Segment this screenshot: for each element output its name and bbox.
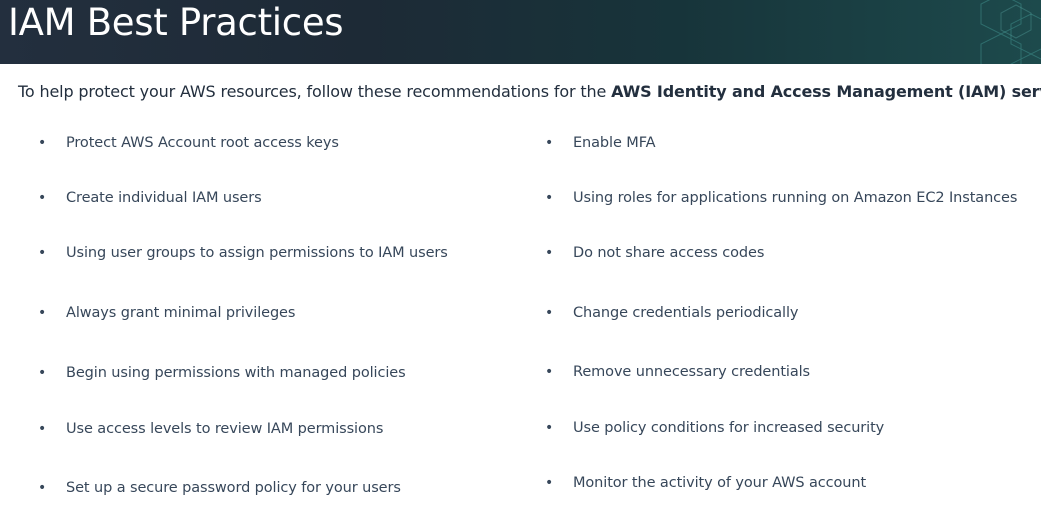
list-item: • Begin using permissions with managed po…: [38, 363, 406, 383]
list-item-text: Set up a secure password policy for your…: [66, 480, 401, 496]
list-item: • Use policy conditions for increased sec…: [545, 418, 885, 438]
list-item-text: Use policy conditions for increased secu…: [573, 420, 885, 436]
list-item-text: Using user groups to assign permissions …: [66, 245, 448, 261]
list-item: • Do not share access codes: [545, 243, 765, 263]
list-item: • Use access levels to review IAM permiss…: [38, 419, 384, 439]
list-item: • Always grant minimal privileges: [38, 303, 296, 323]
list-item: • Using roles for applications running on…: [545, 188, 1018, 208]
bullet-icon: •: [38, 365, 47, 381]
bullet-icon: •: [545, 475, 554, 491]
list-item: • Protect AWS Account root access keys: [38, 133, 339, 153]
bullet-icon: •: [38, 421, 47, 437]
bullet-icon: •: [38, 245, 47, 261]
header-banner: IAM Best Practices: [0, 0, 1041, 64]
bullet-icon: •: [38, 190, 47, 206]
list-item-text: Using roles for applications running on …: [573, 190, 1018, 206]
bullet-icon: •: [545, 245, 554, 261]
list-item: • Monitor the activity of your AWS accoun…: [545, 473, 867, 493]
list-item: • Set up a secure password policy for you…: [38, 478, 401, 498]
list-item-text: Use access levels to review IAM permissi…: [66, 421, 384, 437]
intro-text: To help protect your AWS resources, foll…: [18, 82, 612, 101]
intro-paragraph: To help protect your AWS resources, foll…: [18, 81, 1041, 103]
list-item: • Enable MFA: [545, 133, 656, 153]
bullet-icon: •: [545, 190, 554, 206]
list-item: • Remove unnecessary credentials: [545, 362, 811, 382]
bullet-icon: •: [38, 305, 47, 321]
bullet-icon: •: [545, 305, 554, 321]
hexagon-pattern-icon: [980, 0, 1041, 64]
list-item: • Change credentials periodically: [545, 303, 799, 323]
list-item-text: Create individual IAM users: [66, 190, 262, 206]
bullet-icon: •: [545, 364, 554, 380]
list-item: • Create individual IAM users: [38, 188, 262, 208]
bullet-icon: •: [545, 135, 554, 151]
list-item-text: Begin using permissions with managed pol…: [66, 365, 406, 381]
bullet-icon: •: [545, 420, 554, 436]
bullet-icon: •: [38, 135, 47, 151]
list-item-text: Always grant minimal privileges: [66, 305, 296, 321]
page-title: IAM Best Practices: [8, 1, 344, 44]
intro-service-name: AWS Identity and Access Management (IAM)…: [611, 82, 1041, 101]
bullet-icon: •: [38, 480, 47, 496]
list-item-text: Protect AWS Account root access keys: [66, 135, 339, 151]
list-item-text: Enable MFA: [573, 135, 656, 151]
list-item-text: Remove unnecessary credentials: [573, 364, 811, 380]
list-item-text: Monitor the activity of your AWS account: [573, 475, 867, 491]
list-item-text: Do not share access codes: [573, 245, 765, 261]
list-item: • Using user groups to assign permissions…: [38, 243, 448, 263]
list-item-text: Change credentials periodically: [573, 305, 799, 321]
